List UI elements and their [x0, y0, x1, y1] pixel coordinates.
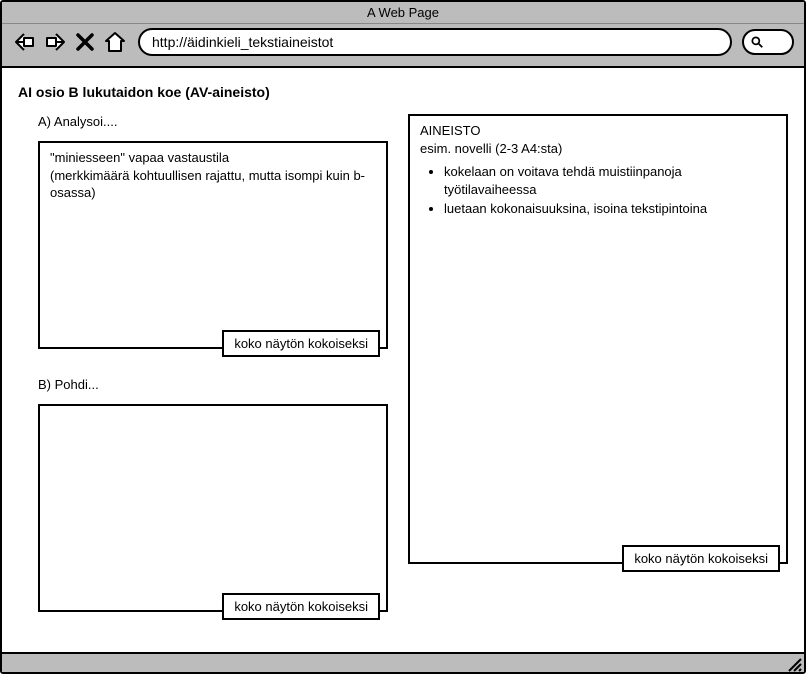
browser-window: A Web Page	[0, 0, 806, 674]
material-bullets: kokelaan on voitava tehdä muistiinpanoja…	[444, 163, 776, 218]
page-content: AI osio B lukutaidon koe (AV-aineisto) A…	[2, 66, 804, 652]
right-column: AINEISTO esim. novelli (2-3 A4:sta) koke…	[408, 114, 788, 612]
fullscreen-button-material[interactable]: koko näytön kokoiseksi	[622, 545, 780, 572]
section-a-label: A) Analysoi....	[38, 114, 388, 129]
material-content: AINEISTO esim. novelli (2-3 A4:sta) koke…	[410, 116, 786, 226]
url-input[interactable]	[138, 28, 732, 56]
material-subheading: esim. novelli (2-3 A4:sta)	[420, 140, 776, 158]
fullscreen-button-b[interactable]: koko näytön kokoiseksi	[222, 593, 380, 620]
material-bullet: kokelaan on voitava tehdä muistiinpanoja…	[444, 163, 776, 198]
browser-toolbar	[2, 24, 804, 66]
forward-icon[interactable]	[42, 29, 68, 55]
answer-panel-a[interactable]: "miniesseen" vapaa vastaustila (merkkimä…	[38, 141, 388, 349]
back-icon[interactable]	[12, 29, 38, 55]
resize-grip-icon[interactable]	[786, 656, 802, 672]
status-bar	[2, 652, 804, 672]
window-title: A Web Page	[2, 2, 804, 24]
search-button[interactable]	[742, 29, 794, 55]
material-bullet: luetaan kokonaisuuksina, isoina tekstipi…	[444, 200, 776, 218]
page-title: AI osio B lukutaidon koe (AV-aineisto)	[18, 84, 788, 100]
material-heading: AINEISTO	[420, 122, 776, 140]
answer-panel-b[interactable]: koko näytön kokoiseksi	[38, 404, 388, 612]
answer-a-text: "miniesseen" vapaa vastaustila (merkkimä…	[40, 143, 386, 208]
layout-columns: A) Analysoi.... "miniesseen" vapaa vasta…	[18, 114, 788, 612]
left-column: A) Analysoi.... "miniesseen" vapaa vasta…	[38, 114, 388, 612]
material-panel: AINEISTO esim. novelli (2-3 A4:sta) koke…	[408, 114, 788, 564]
fullscreen-button-a[interactable]: koko näytön kokoiseksi	[222, 330, 380, 357]
home-icon[interactable]	[102, 29, 128, 55]
answer-a-line2: (merkkimäärä kohtuullisen rajattu, mutta…	[50, 167, 376, 202]
stop-icon[interactable]	[72, 29, 98, 55]
answer-a-line1: "miniesseen" vapaa vastaustila	[50, 149, 376, 167]
section-b-label: B) Pohdi...	[38, 377, 388, 392]
